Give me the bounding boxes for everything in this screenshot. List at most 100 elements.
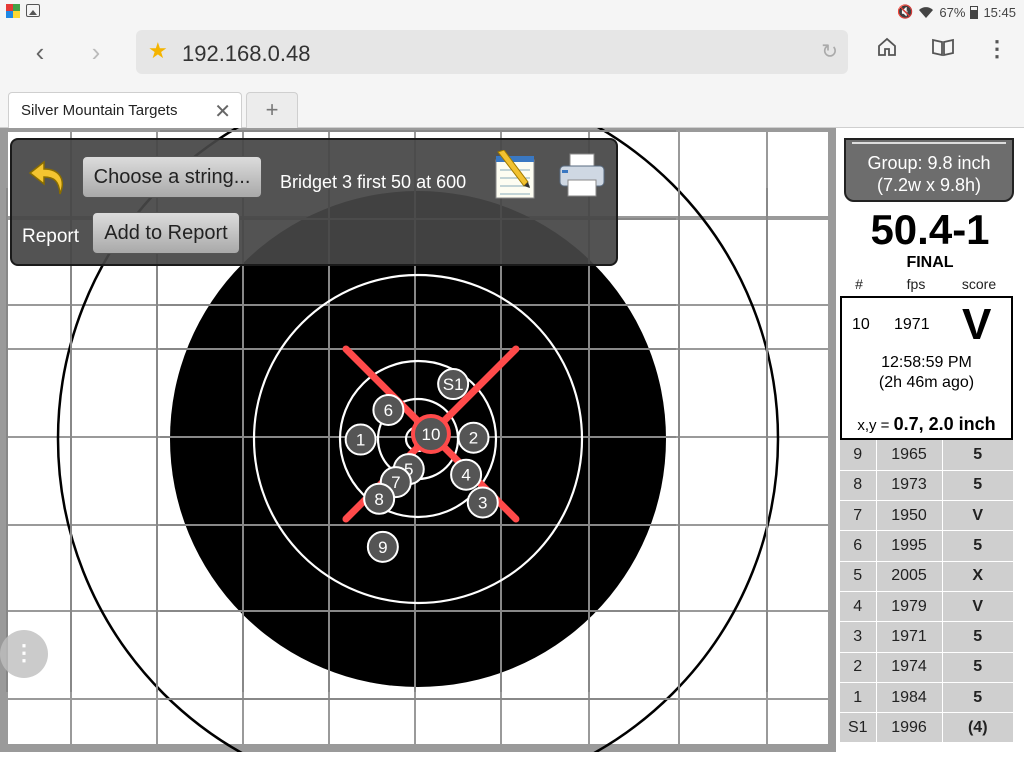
grid-cell bbox=[768, 700, 828, 744]
shot-num: 8 bbox=[840, 470, 877, 502]
notepad-icon[interactable] bbox=[488, 150, 542, 202]
total-score: 50.4-1 bbox=[870, 206, 990, 253]
shot-num: 3 bbox=[840, 621, 877, 653]
shot-row[interactable]: 5 2005 X bbox=[840, 561, 1013, 592]
tab-silver-mountain[interactable]: Silver Mountain Targets ✕ bbox=[8, 92, 242, 128]
shot-fps: 2005 bbox=[876, 561, 943, 592]
group-dimensions: (7.2w x 9.8h) bbox=[876, 175, 982, 195]
shot-score: V bbox=[942, 591, 1013, 623]
new-tab-button[interactable]: + bbox=[246, 92, 298, 128]
shot-row[interactable]: S1 1996 (4) bbox=[840, 712, 1013, 744]
shot-num: 6 bbox=[840, 530, 877, 562]
status-bar: 🔇 67% 15:45 bbox=[0, 0, 1024, 24]
back-icon[interactable]: ‹ bbox=[20, 32, 60, 72]
col-header-num: # bbox=[855, 276, 863, 292]
close-tab-icon[interactable]: ✕ bbox=[214, 99, 231, 124]
grid-cell bbox=[158, 700, 242, 744]
shot-marker[interactable]: 10 bbox=[410, 414, 451, 454]
shot-row[interactable]: 9 1965 5 bbox=[840, 440, 1013, 471]
shot-label: 6 bbox=[384, 401, 393, 420]
shot-fps: 1950 bbox=[876, 500, 943, 532]
grid-cell bbox=[680, 700, 766, 744]
shot-row[interactable]: 8 1973 5 bbox=[840, 470, 1013, 502]
shot-marker[interactable]: 3 bbox=[466, 486, 499, 519]
grid-cell bbox=[330, 700, 414, 744]
tab-title: Silver Mountain Targets bbox=[21, 102, 178, 119]
shot-fps: 1971 bbox=[876, 621, 943, 653]
grid-cell bbox=[590, 700, 678, 744]
shot-fps: 1974 bbox=[876, 652, 943, 683]
grid-cell bbox=[8, 700, 70, 744]
clock: 15:45 bbox=[983, 4, 1016, 20]
grid-cell bbox=[502, 700, 588, 744]
shot-score: 5 bbox=[942, 621, 1013, 653]
shot-marker[interactable]: 4 bbox=[450, 458, 483, 491]
shot-score: V bbox=[942, 500, 1013, 532]
shot-marker[interactable]: 2 bbox=[457, 421, 490, 454]
shot-score: 5 bbox=[942, 530, 1013, 562]
grid-cell bbox=[72, 526, 156, 610]
address-bar[interactable]: ★ 192.168.0.48 ↻ bbox=[136, 30, 848, 74]
url-text[interactable]: 192.168.0.48 bbox=[182, 41, 310, 67]
shot-score: (4) bbox=[942, 712, 1013, 744]
mute-icon: 🔇 bbox=[897, 4, 914, 19]
shot-marker[interactable]: 9 bbox=[366, 530, 399, 563]
shot-num: 5 bbox=[840, 561, 877, 592]
bookmarks-icon[interactable] bbox=[928, 36, 958, 64]
grid-cell bbox=[8, 526, 70, 610]
shot-num: 4 bbox=[840, 591, 877, 623]
undo-icon[interactable] bbox=[26, 156, 70, 200]
shot-row[interactable]: 7 1950 V bbox=[840, 500, 1013, 532]
add-to-report-button[interactable]: Add to Report bbox=[92, 212, 240, 254]
shot-row[interactable]: 3 1971 5 bbox=[840, 621, 1013, 653]
battery-percent: 67% bbox=[939, 4, 966, 20]
shot-fps: 1965 bbox=[876, 440, 943, 471]
menu-icon[interactable]: ⋮ bbox=[982, 36, 1012, 62]
shot-fps: 1996 bbox=[876, 712, 943, 744]
shot-label: 3 bbox=[478, 493, 487, 512]
shot-row[interactable]: 1 1984 5 bbox=[840, 682, 1013, 714]
forward-icon[interactable]: › bbox=[76, 32, 116, 72]
shot-num: 2 bbox=[840, 652, 877, 683]
shot-label: 1 bbox=[356, 431, 365, 450]
bookmark-star-icon[interactable]: ★ bbox=[148, 38, 168, 64]
printer-icon[interactable] bbox=[556, 152, 608, 200]
shot-num: 1 bbox=[840, 682, 877, 714]
grid-cell bbox=[72, 306, 156, 348]
shot-score: 5 bbox=[942, 440, 1013, 471]
shot-row[interactable]: 2 1974 5 bbox=[840, 652, 1013, 683]
xy-label: x,y = bbox=[857, 417, 894, 434]
shot-label: 7 bbox=[391, 473, 400, 492]
more-options-button[interactable]: ⋮ bbox=[0, 630, 48, 678]
reload-icon[interactable]: ↻ bbox=[821, 39, 838, 64]
grid-cell bbox=[8, 306, 70, 348]
home-icon[interactable] bbox=[872, 36, 902, 64]
shot-fps: 1995 bbox=[876, 530, 943, 562]
report-label: Report bbox=[22, 226, 80, 247]
shot-score: 5 bbox=[942, 682, 1013, 714]
shot-row[interactable]: 4 1979 V bbox=[840, 591, 1013, 623]
battery-icon bbox=[970, 5, 979, 19]
grid-cell bbox=[72, 700, 156, 744]
shot-marker[interactable]: 1 bbox=[344, 423, 377, 456]
selected-shot-detail[interactable]: 10 1971 V 12:58:59 PM (2h 46m ago) x,y =… bbox=[840, 296, 1013, 440]
shot-fps: 1984 bbox=[876, 682, 943, 714]
score-panel: Group: 9.8 inch (7.2w x 9.8h) 50.4-1 FIN… bbox=[836, 128, 1024, 768]
shot-label: 9 bbox=[378, 538, 387, 557]
shot-num: 7 bbox=[840, 500, 877, 532]
grid-cell bbox=[158, 612, 242, 698]
col-header-score: score bbox=[961, 276, 997, 292]
choose-string-button[interactable]: Choose a string... bbox=[82, 156, 262, 198]
shot-marker[interactable]: 8 bbox=[363, 482, 396, 515]
group-size: Group: 9.8 inch bbox=[867, 153, 991, 173]
shot-label: 4 bbox=[461, 466, 470, 485]
target-view[interactable]: S1 1 2 3 4 5 6 7 8 9 10 Report Choose a string... … bbox=[0, 128, 836, 752]
selected-shot-score: V bbox=[962, 300, 992, 349]
selected-shot-ago: (2h 46m ago) bbox=[878, 374, 975, 391]
shot-num: 9 bbox=[840, 440, 877, 471]
grid-cell bbox=[72, 350, 156, 436]
shot-marker[interactable]: 6 bbox=[372, 393, 405, 426]
xy-value: 0.7, 2.0 inch bbox=[893, 414, 996, 434]
shot-marker[interactable]: S1 bbox=[437, 368, 470, 401]
shot-row[interactable]: 6 1995 5 bbox=[840, 530, 1013, 562]
